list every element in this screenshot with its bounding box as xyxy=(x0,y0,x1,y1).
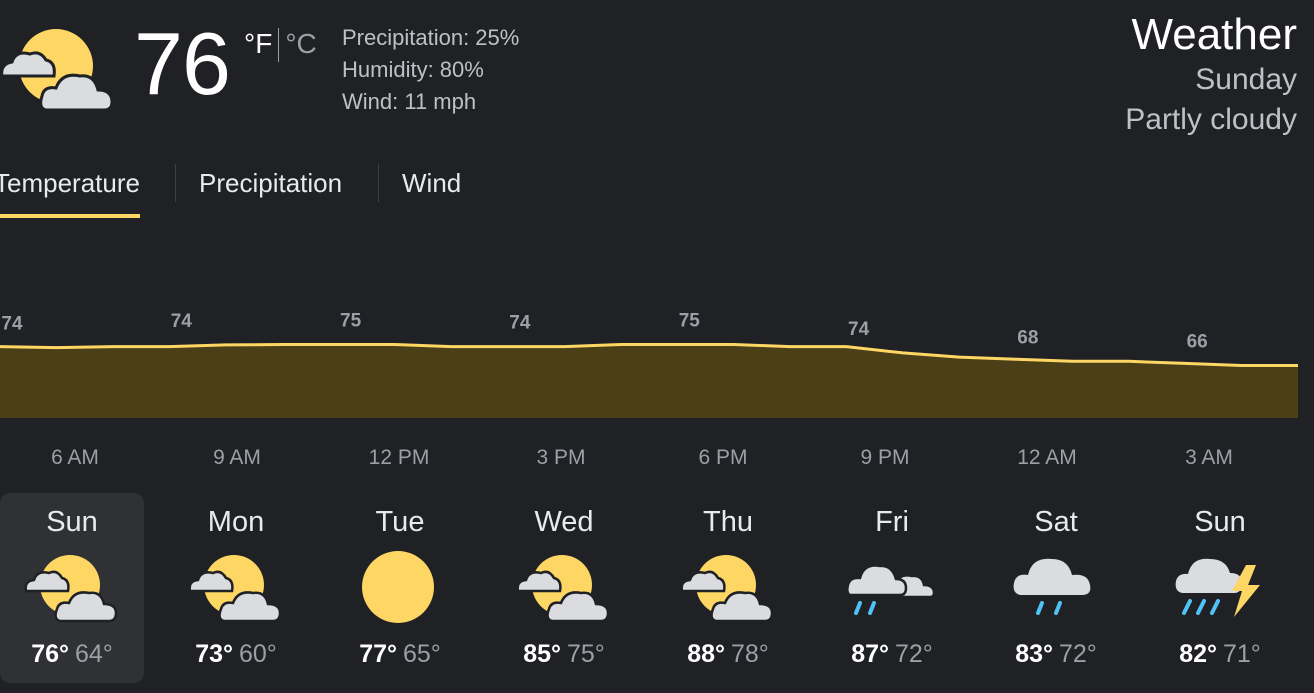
condition-label: Partly cloudy xyxy=(1125,103,1297,136)
time-tick-label: 12 PM xyxy=(368,446,430,469)
temperature-data-label: 66 xyxy=(1187,332,1208,353)
high-temp: 82° xyxy=(1179,640,1217,668)
day-temps: 83° 72° xyxy=(984,637,1128,671)
forecast-day[interactable]: Wed 85° 75° xyxy=(492,493,636,683)
tab-temperature[interactable]: Temperature xyxy=(0,160,140,218)
day-temps: 76° 64° xyxy=(0,637,144,671)
time-tick-label: 6 AM xyxy=(51,446,99,469)
low-temp: 71° xyxy=(1223,640,1261,668)
tab-precipitation[interactable]: Precipitation xyxy=(199,160,342,206)
unit-toggle: °F °C xyxy=(244,28,317,62)
day-name: Sat xyxy=(1034,506,1078,538)
temperature-chart: 74 74 75 74 75 74 68 66 xyxy=(0,311,1298,418)
location-summary: Weather Sunday Partly cloudy xyxy=(1125,10,1297,140)
high-temp: 73° xyxy=(195,640,233,668)
partly-cloudy-icon xyxy=(188,555,282,623)
forecast-day[interactable]: Tue 77° 65° xyxy=(328,493,472,683)
forecast-day[interactable]: Sat 83° 72° xyxy=(984,493,1128,683)
day-name: Mon xyxy=(207,506,265,538)
temperature-area xyxy=(0,344,1298,418)
forecast-day[interactable]: Sun 82° 71° xyxy=(1148,493,1292,683)
day-temps: 82° 71° xyxy=(1148,637,1292,671)
day-name: Tue xyxy=(375,506,425,538)
day-name: Sun xyxy=(1194,506,1246,538)
forecast-day[interactable]: Fri 87° 72° xyxy=(820,493,964,683)
fahrenheit-button[interactable]: °F xyxy=(244,28,272,60)
high-temp: 76° xyxy=(31,640,69,668)
low-temp: 78° xyxy=(731,640,769,668)
day-temps: 87° 72° xyxy=(820,637,964,671)
high-temp: 77° xyxy=(359,640,397,668)
thunderstorm-icon xyxy=(1175,558,1260,617)
day-label: Sunday xyxy=(1195,63,1297,96)
wind-text: Wind: 11 mph xyxy=(342,89,477,114)
rain-icon xyxy=(1013,558,1091,615)
day-temps: 77° 65° xyxy=(328,637,472,671)
temperature-data-label: 74 xyxy=(509,313,531,334)
day-name: Wed xyxy=(534,506,594,538)
high-temp: 87° xyxy=(851,640,889,668)
low-temp: 72° xyxy=(1059,640,1097,668)
time-tick-label: 6 PM xyxy=(698,446,748,469)
low-temp: 75° xyxy=(567,640,605,668)
unit-divider xyxy=(278,28,280,62)
high-temp: 85° xyxy=(523,640,561,668)
low-temp: 64° xyxy=(75,640,113,668)
low-temp: 60° xyxy=(239,640,277,668)
high-temp: 88° xyxy=(687,640,725,668)
high-temp: 83° xyxy=(1015,640,1053,668)
temperature-data-label: 75 xyxy=(679,311,701,332)
celsius-button[interactable]: °C xyxy=(285,28,316,60)
partly-cloudy-icon xyxy=(680,555,774,623)
current-temperature: 76 xyxy=(134,14,231,113)
temperature-data-label: 74 xyxy=(848,319,870,340)
precipitation-text: Precipitation: 25% xyxy=(342,25,520,50)
forecast-day[interactable]: Mon 73° 60° xyxy=(164,493,308,683)
time-tick-label: 3 AM xyxy=(1185,446,1233,469)
temperature-data-label: 68 xyxy=(1017,327,1038,348)
weather-details: Precipitation: 25% Humidity: 80% Wind: 1… xyxy=(342,22,519,118)
tab-wind[interactable]: Wind xyxy=(402,160,461,206)
temperature-data-label: 74 xyxy=(1,314,23,335)
forecast-day[interactable]: Thu 88° 78° xyxy=(656,493,800,683)
time-tick-label: 9 AM xyxy=(213,446,261,469)
low-temp: 72° xyxy=(895,640,933,668)
partly-cloudy-icon xyxy=(24,555,118,623)
day-name: Thu xyxy=(703,506,753,538)
humidity-text: Humidity: 80% xyxy=(342,57,484,82)
time-tick-label: 9 PM xyxy=(860,446,910,469)
day-temps: 73° 60° xyxy=(164,637,308,671)
temperature-data-label: 74 xyxy=(171,311,193,332)
partly-cloudy-icon xyxy=(0,29,114,112)
day-temps: 88° 78° xyxy=(656,637,800,671)
day-name: Sun xyxy=(46,506,98,538)
time-tick-label: 3 PM xyxy=(536,446,586,469)
forecast-day[interactable]: Sun 76° 64° xyxy=(0,493,144,683)
sunny-icon xyxy=(362,551,434,623)
weather-title: Weather xyxy=(1131,10,1298,59)
rain-clouds-icon xyxy=(846,564,936,615)
partly-cloudy-icon xyxy=(516,555,610,623)
time-tick-label: 12 AM xyxy=(1017,446,1077,469)
temperature-data-label: 75 xyxy=(340,311,362,332)
day-temps: 85° 75° xyxy=(492,637,636,671)
day-name: Fri xyxy=(875,506,909,538)
tab-divider xyxy=(378,164,379,202)
tab-divider xyxy=(175,164,176,202)
low-temp: 65° xyxy=(403,640,441,668)
